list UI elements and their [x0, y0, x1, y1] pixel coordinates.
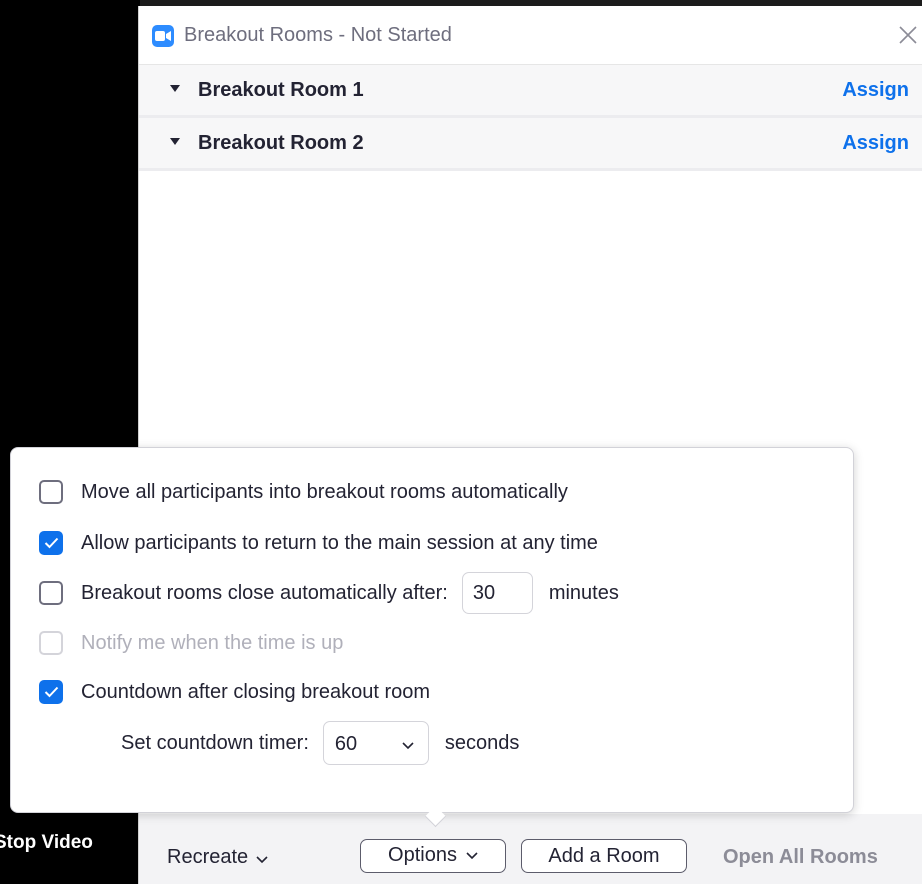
countdown-checkbox[interactable]	[39, 680, 63, 704]
window-title: Breakout Rooms - Not Started	[184, 24, 452, 46]
chevron-down-icon	[256, 845, 268, 871]
countdown-timer-select[interactable]: 60	[322, 721, 429, 765]
seconds-unit-label: seconds	[444, 732, 520, 754]
open-all-rooms-button[interactable]: Open All Rooms	[723, 844, 878, 870]
move-automatically-checkbox[interactable]	[39, 480, 63, 504]
countdown-timer-label: Set countdown timer:	[121, 732, 309, 754]
option-close-automatically[interactable]: Breakout rooms close automatically after…	[39, 572, 619, 614]
option-label: Allow participants to return to the main…	[81, 532, 598, 554]
option-allow-return[interactable]: Allow participants to return to the main…	[39, 528, 598, 558]
close-automatically-checkbox[interactable]	[39, 581, 63, 605]
chevron-down-icon	[466, 839, 478, 870]
options-label: Options	[388, 844, 457, 867]
breakout-room-row[interactable]: Breakout Room 2 Assign	[139, 118, 922, 171]
option-label: Notify me when the time is up	[81, 632, 344, 654]
options-button[interactable]: Options	[360, 839, 506, 873]
checkmark-icon	[44, 686, 59, 698]
recreate-label: Recreate	[167, 846, 249, 868]
recreate-dropdown[interactable]: Recreate	[167, 844, 268, 871]
close-icon[interactable]	[895, 22, 921, 48]
add-room-button[interactable]: Add a Room	[521, 839, 687, 873]
assign-link[interactable]: Assign	[842, 130, 909, 156]
option-move-automatically[interactable]: Move all participants into breakout room…	[39, 477, 568, 507]
option-countdown[interactable]: Countdown after closing breakout room	[39, 677, 430, 707]
options-popover: Move all participants into breakout room…	[10, 447, 854, 828]
close-after-minutes-input[interactable]	[461, 572, 533, 614]
checkmark-icon	[44, 537, 59, 549]
option-label: Breakout rooms close automatically after…	[81, 582, 448, 604]
countdown-timer-value: 60	[334, 733, 358, 755]
countdown-timer-row: Set countdown timer: 60 seconds	[121, 720, 519, 766]
zoom-app-icon	[152, 25, 174, 47]
option-label: Countdown after closing breakout room	[81, 681, 431, 703]
chevron-down-icon	[402, 737, 414, 755]
bottom-toolbar: Recreate Options Add a Room Open All Roo…	[139, 814, 922, 884]
assign-link[interactable]: Assign	[842, 77, 909, 103]
room-name: Breakout Room 2	[198, 132, 364, 154]
allow-return-checkbox[interactable]	[39, 531, 63, 555]
minutes-unit-label: minutes	[548, 582, 619, 604]
caret-down-icon[interactable]	[170, 85, 180, 92]
notify-time-up-checkbox	[39, 631, 63, 655]
room-name: Breakout Room 1	[198, 79, 364, 101]
option-notify-time-up: Notify me when the time is up	[39, 628, 343, 658]
title-bar: Breakout Rooms - Not Started	[139, 6, 922, 65]
option-label: Move all participants into breakout room…	[81, 481, 568, 503]
breakout-room-row[interactable]: Breakout Room 1 Assign	[139, 65, 922, 118]
caret-down-icon[interactable]	[170, 138, 180, 145]
stop-video-button[interactable]: Stop Video	[0, 830, 138, 856]
